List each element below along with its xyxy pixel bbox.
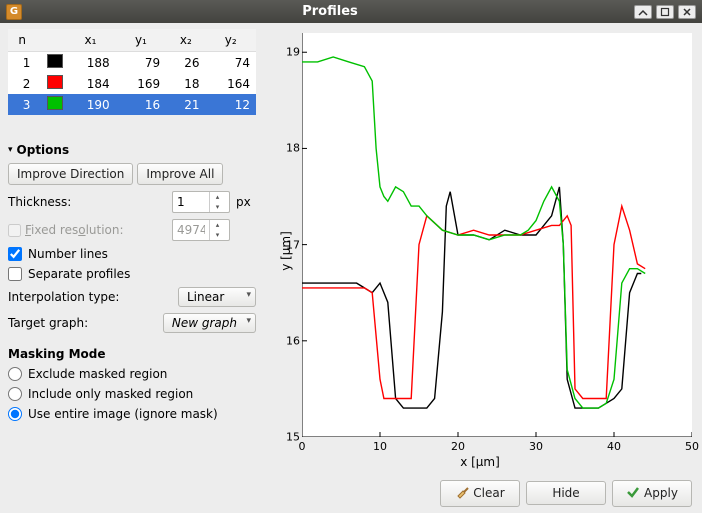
x-tick-label: 10: [373, 440, 387, 453]
spin-down-icon[interactable]: ▾: [209, 202, 225, 212]
cell-n: 2: [8, 73, 36, 94]
spin-up-icon: ▴: [209, 220, 225, 230]
cell-x1: 184: [65, 73, 115, 94]
options-expander[interactable]: ▾ Options: [8, 143, 256, 157]
cell-x2: 26: [166, 52, 205, 74]
y-tick-label: 17: [282, 238, 300, 251]
x-axis-label: x [µm]: [460, 455, 500, 469]
maximize-button[interactable]: [656, 5, 674, 19]
cell-y1: 79: [116, 52, 166, 74]
interp-select[interactable]: Linear: [178, 287, 256, 307]
cell-y1: 169: [116, 73, 166, 94]
separate-profiles-checkbox[interactable]: [8, 267, 22, 281]
table-header[interactable]: y₂: [206, 29, 256, 52]
cell-color: [36, 73, 65, 94]
improve-direction-button[interactable]: Improve Direction: [8, 163, 133, 185]
fixed-res-spinner: ▴▾: [172, 219, 230, 241]
masking-header: Masking Mode: [8, 347, 256, 361]
spin-up-icon[interactable]: ▴: [209, 192, 225, 202]
cell-x1: 188: [65, 52, 115, 74]
plot-svg: [302, 33, 692, 437]
cell-y1: 16: [116, 94, 166, 115]
app-icon: G: [6, 4, 22, 20]
clear-label: Clear: [473, 486, 504, 500]
table-header[interactable]: x₁: [65, 29, 115, 52]
mask-exclude-label: Exclude masked region: [28, 367, 167, 381]
mask-entire-radio[interactable]: [8, 407, 22, 421]
hide-button[interactable]: Hide: [526, 481, 606, 505]
table-row[interactable]: 1 188792674: [8, 52, 256, 74]
titlebar: G Profiles: [0, 0, 702, 23]
series-profile-1: [302, 187, 641, 408]
series-profile-3: [302, 57, 645, 408]
cell-n: 3: [8, 94, 36, 115]
check-icon: [626, 485, 640, 502]
chevron-down-icon: ▾: [8, 145, 13, 155]
x-tick-label: 20: [451, 440, 465, 453]
target-graph-select[interactable]: New graph: [163, 313, 256, 333]
target-label: Target graph:: [8, 316, 157, 330]
dialog-footer: Clear Hide Apply: [0, 473, 702, 513]
profiles-table[interactable]: n x₁y₁x₂y₂ 1 188792674 2 18416918164 3 1901621…: [8, 29, 256, 115]
apply-label: Apply: [644, 486, 678, 500]
number-lines-label: Number lines: [28, 247, 108, 261]
thickness-label: Thickness:: [8, 195, 166, 209]
x-tick-label: 30: [529, 440, 543, 453]
fixed-res-label: Fixed resolution:: [25, 223, 166, 237]
cell-x1: 190: [65, 94, 115, 115]
cell-y2: 74: [206, 52, 256, 74]
mask-exclude-radio[interactable]: [8, 367, 22, 381]
thickness-spinner[interactable]: ▴▾: [172, 191, 230, 213]
mask-include-label: Include only masked region: [28, 387, 193, 401]
close-button[interactable]: [678, 5, 696, 19]
cell-y2: 164: [206, 73, 256, 94]
options-header: Options: [17, 143, 70, 157]
table-header[interactable]: n: [8, 29, 36, 52]
x-tick-label: 40: [607, 440, 621, 453]
x-tick-label: 0: [299, 440, 306, 453]
table-header[interactable]: x₂: [166, 29, 205, 52]
chart-area: y [µm] x [µm] 151617181901020304050: [266, 29, 694, 473]
number-lines-checkbox[interactable]: [8, 247, 22, 261]
table-row[interactable]: 2 18416918164: [8, 73, 256, 94]
fixed-res-checkbox[interactable]: [8, 224, 21, 237]
cell-color: [36, 52, 65, 74]
separate-profiles-label: Separate profiles: [28, 267, 130, 281]
apply-button[interactable]: Apply: [612, 480, 692, 507]
table-header[interactable]: y₁: [116, 29, 166, 52]
y-tick-label: 18: [282, 142, 300, 155]
interp-label: Interpolation type:: [8, 290, 172, 304]
broom-icon: [455, 485, 469, 502]
improve-all-button[interactable]: Improve All: [137, 163, 223, 185]
cell-n: 1: [8, 52, 36, 74]
window-title: Profiles: [30, 4, 630, 19]
table-row[interactable]: 3 190162112: [8, 94, 256, 115]
cell-y2: 12: [206, 94, 256, 115]
clear-button[interactable]: Clear: [440, 480, 520, 507]
y-tick-label: 16: [282, 334, 300, 347]
mask-entire-label: Use entire image (ignore mask): [28, 407, 218, 421]
cell-x2: 21: [166, 94, 205, 115]
y-tick-label: 19: [282, 46, 300, 59]
cell-color: [36, 94, 65, 115]
left-panel: n x₁y₁x₂y₂ 1 188792674 2 18416918164 3 1901621…: [8, 29, 256, 473]
cell-x2: 18: [166, 73, 205, 94]
x-tick-label: 50: [685, 440, 699, 453]
y-tick-label: 15: [282, 431, 300, 444]
fixed-res-input: [173, 223, 209, 237]
thickness-input[interactable]: [173, 195, 209, 209]
spin-down-icon: ▾: [209, 230, 225, 240]
table-header-color[interactable]: [36, 29, 65, 52]
mask-include-radio[interactable]: [8, 387, 22, 401]
plot-canvas[interactable]: [302, 33, 692, 437]
minimize-button[interactable]: [634, 5, 652, 19]
thickness-unit: px: [236, 195, 256, 209]
